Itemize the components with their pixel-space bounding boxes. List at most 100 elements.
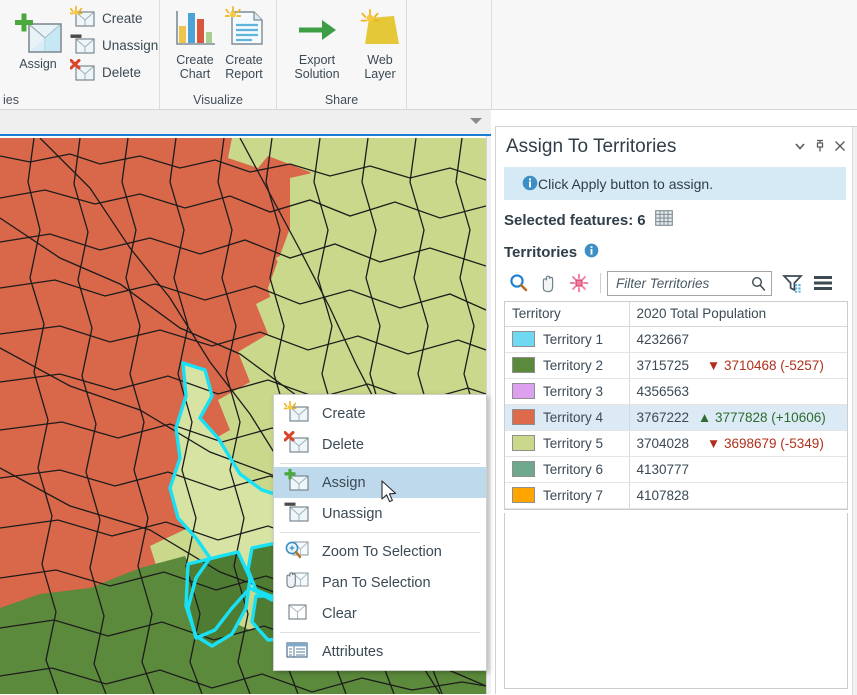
chevron-down-icon[interactable] <box>793 139 807 156</box>
population-cell[interactable]: 4130777 <box>629 456 847 482</box>
delete-button[interactable]: Delete <box>70 59 141 85</box>
table-empty-area[interactable] <box>504 513 848 689</box>
territory-name: Territory 1 <box>543 332 603 347</box>
assign-territory-icon <box>284 469 310 497</box>
pan-to-selection-icon <box>284 569 310 597</box>
table-header-row: Territory 2020 Total Population <box>505 302 847 326</box>
ribbon-group-label: Visualize <box>160 93 276 107</box>
table-row[interactable]: Territory 4 3767222 ▲ 3777828 (+10606) <box>505 404 847 430</box>
context-menu-item-clear[interactable]: Clear <box>274 598 486 629</box>
context-menu-item-zoom-to-selection[interactable]: Zoom To Selection <box>274 536 486 567</box>
search-icon[interactable] <box>751 276 766 295</box>
web-layer-label-1: Web <box>355 53 405 67</box>
map-context-menu[interactable]: Create Delete <box>273 394 487 671</box>
territory-cell[interactable]: Territory 3 <box>505 378 629 404</box>
table-row[interactable]: Territory 2 3715725 ▼ 3710468 (-5257) <box>505 352 847 378</box>
web-layer-label-2: Layer <box>355 67 405 81</box>
attributes-table-icon <box>284 638 310 666</box>
assign-button[interactable]: Assign <box>7 8 69 71</box>
context-menu-item-unassign[interactable]: Unassign <box>274 498 486 529</box>
close-icon[interactable] <box>833 139 847 156</box>
territory-color-swatch <box>512 435 535 451</box>
assign-to-territories-panel: Assign To Territories Click Apply button… <box>495 126 857 694</box>
delete-territory-icon <box>284 431 310 459</box>
table-row[interactable]: Territory 1 4232667 <box>505 326 847 352</box>
create-report-label-1: Create <box>213 53 275 67</box>
funnel-icon[interactable] <box>778 270 808 296</box>
ribbon-group-label: ies <box>0 93 159 107</box>
create-button-label: Create <box>102 11 143 26</box>
unassign-button[interactable]: Unassign <box>70 32 158 58</box>
territory-color-swatch <box>512 357 535 373</box>
context-menu-separator <box>280 532 480 533</box>
hand-icon[interactable] <box>534 270 564 296</box>
context-menu-item-create[interactable]: Create <box>274 398 486 429</box>
delta-arrow-up: ▲ <box>698 410 711 425</box>
territory-name: Territory 3 <box>543 384 603 399</box>
population-value: 3715725 <box>637 358 690 373</box>
table-row[interactable]: Territory 3 4356563 <box>505 378 847 404</box>
population-value: 4130777 <box>637 462 690 477</box>
territory-color-swatch <box>512 461 535 477</box>
population-cell[interactable]: 3704028 ▼ 3698679 (-5349) <box>629 430 847 456</box>
context-menu-separator <box>280 463 480 464</box>
territory-cell[interactable]: Territory 2 <box>505 352 629 378</box>
flash-icon[interactable] <box>564 270 594 296</box>
territory-cell[interactable]: Territory 1 <box>505 326 629 352</box>
column-header-population[interactable]: 2020 Total Population <box>629 302 847 326</box>
context-menu-label: Attributes <box>322 644 383 660</box>
hamburger-menu-icon[interactable] <box>808 270 838 296</box>
territory-cell[interactable]: Territory 6 <box>505 456 629 482</box>
web-layer-button[interactable]: Web Layer <box>355 6 405 81</box>
context-menu-label: Assign <box>322 475 366 491</box>
panel-scrollbar[interactable] <box>852 127 857 695</box>
territories-table[interactable]: Territory 2020 Total Population Territor… <box>504 301 848 510</box>
magnifier-icon[interactable] <box>504 270 534 296</box>
population-cell[interactable]: 4232667 <box>629 326 847 352</box>
territory-cell[interactable]: Territory 5 <box>505 430 629 456</box>
territory-cell[interactable]: Territory 7 <box>505 482 629 508</box>
context-menu-label: Zoom To Selection <box>322 544 442 560</box>
table-row[interactable]: Territory 5 3704028 ▼ 3698679 (-5349) <box>505 430 847 456</box>
create-report-label-2: Report <box>213 67 275 81</box>
filter-input[interactable] <box>614 275 754 292</box>
create-territory-icon <box>284 400 310 428</box>
export-solution-button[interactable]: Export Solution <box>281 6 353 81</box>
pin-icon[interactable] <box>813 139 827 156</box>
context-menu-item-delete[interactable]: Delete <box>274 429 486 460</box>
delta-change: (-5349) <box>780 436 824 451</box>
population-cell[interactable]: 4356563 <box>629 378 847 404</box>
territories-label: Territories <box>504 244 577 261</box>
export-solution-label-1: Export <box>281 53 353 67</box>
chevron-down-icon[interactable] <box>470 118 482 124</box>
filter-territories-box[interactable] <box>607 271 772 296</box>
territory-name: Territory 5 <box>543 436 603 451</box>
selected-features-count: 6 <box>637 212 645 229</box>
territory-cell[interactable]: Territory 4 <box>505 404 629 430</box>
table-row[interactable]: Territory 7 4107828 <box>505 482 847 508</box>
context-menu-item-attributes[interactable]: Attributes <box>274 636 486 667</box>
territory-name: Territory 4 <box>543 410 603 425</box>
create-button[interactable]: Create <box>70 5 143 31</box>
population-cell[interactable]: 4107828 <box>629 482 847 508</box>
info-message-bar: Click Apply button to assign. <box>504 167 846 200</box>
assign-territory-icon <box>11 8 65 61</box>
context-menu-label: Create <box>322 406 366 422</box>
population-cell[interactable]: 3715725 ▼ 3710468 (-5257) <box>629 352 847 378</box>
context-menu-item-assign[interactable]: Assign <box>274 467 486 498</box>
info-icon <box>522 175 538 194</box>
column-header-territory[interactable]: Territory <box>505 302 629 326</box>
population-cell[interactable]: 3767222 ▲ 3777828 (+10606) <box>629 404 847 430</box>
web-layer-icon <box>356 38 404 53</box>
ribbon-group-visualize: Visualize Create Chart <box>160 0 277 110</box>
ribbon-group-empty <box>407 0 492 110</box>
context-menu-item-pan-to-selection[interactable]: Pan To Selection <box>274 567 486 598</box>
delete-button-label: Delete <box>102 65 141 80</box>
table-row[interactable]: Territory 6 4130777 <box>505 456 847 482</box>
territory-color-swatch <box>512 383 535 399</box>
territory-name: Territory 7 <box>543 488 603 503</box>
create-report-button[interactable]: Create Report <box>213 6 275 81</box>
table-grid-icon[interactable] <box>655 210 673 230</box>
info-icon[interactable] <box>584 243 599 262</box>
territory-color-swatch <box>512 331 535 347</box>
